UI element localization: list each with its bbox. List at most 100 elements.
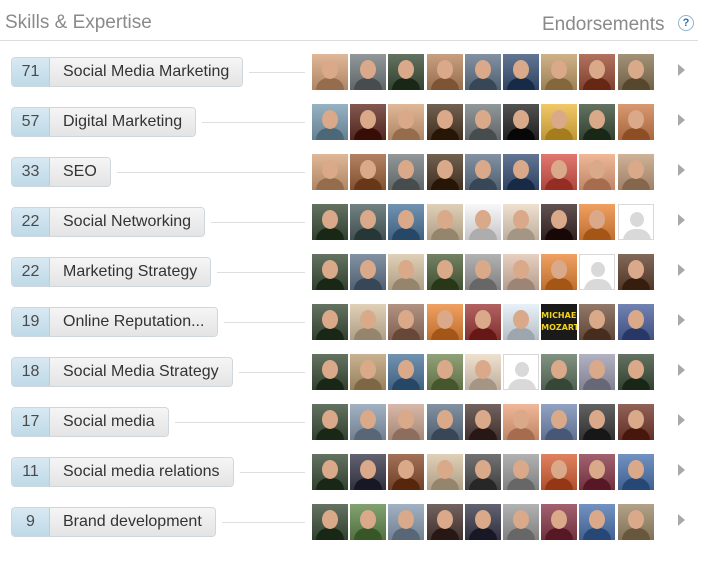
endorser-avatar[interactable] [388,304,425,340]
endorser-avatar[interactable] [617,54,654,90]
endorser-avatar[interactable] [541,454,578,490]
skill-name[interactable]: Social Media Marketing [50,58,243,86]
help-icon[interactable]: ? [678,15,694,31]
endorser-avatar[interactable] [464,404,501,440]
endorser-avatar[interactable] [541,354,578,390]
endorser-avatar[interactable] [426,404,463,440]
endorser-avatar[interactable] [502,104,539,140]
endorser-avatar[interactable] [617,454,654,490]
endorser-avatar[interactable] [464,154,501,190]
endorser-avatar[interactable] [350,204,387,240]
endorsement-count[interactable]: 19 [12,308,50,336]
endorser-avatar[interactable] [617,104,654,140]
endorser-avatar[interactable] [312,104,348,140]
endorsement-count[interactable]: 18 [12,358,50,386]
person-placeholder-icon[interactable] [502,354,539,390]
endorsement-count[interactable]: 57 [12,108,50,136]
endorsement-count[interactable]: 22 [12,258,50,286]
endorser-avatar[interactable] [388,504,425,540]
endorser-avatar[interactable] [350,254,387,290]
chevron-right-icon[interactable] [678,64,685,76]
chevron-right-icon[interactable] [678,314,685,326]
endorsement-count[interactable]: 71 [12,58,50,86]
skill-name[interactable]: Online Reputation... [50,308,218,336]
endorser-avatar[interactable] [426,354,463,390]
skill-pill[interactable]: 33 SEO [11,157,111,187]
endorsement-count[interactable]: 11 [12,458,50,486]
endorser-avatar[interactable] [464,354,501,390]
person-placeholder-icon[interactable] [617,204,654,240]
endorser-avatar[interactable] [464,304,501,340]
endorser-avatar[interactable]: MICHAELMOZART [541,304,578,340]
endorser-avatar[interactable] [312,354,348,390]
skill-pill[interactable]: 22 Marketing Strategy [11,257,212,287]
endorsement-count[interactable]: 22 [12,208,50,236]
skill-pill[interactable]: 11 Social media relations [11,457,234,487]
endorser-avatar[interactable] [617,254,654,290]
skill-name[interactable]: SEO [50,158,110,186]
endorser-avatar[interactable] [350,304,387,340]
endorser-avatar[interactable] [579,304,616,340]
endorser-avatar[interactable] [312,504,348,540]
endorser-avatar[interactable] [579,104,616,140]
endorser-avatar[interactable] [312,404,348,440]
endorser-avatar[interactable] [502,454,539,490]
endorser-avatar[interactable] [464,454,501,490]
endorser-avatar[interactable] [541,104,578,140]
endorser-avatar[interactable] [350,504,387,540]
endorser-avatar[interactable] [426,304,463,340]
endorser-avatar[interactable] [502,404,539,440]
skill-pill[interactable]: 71 Social Media Marketing [11,57,244,87]
endorser-avatar[interactable] [350,354,387,390]
chevron-right-icon[interactable] [678,264,685,276]
chevron-right-icon[interactable] [678,514,685,526]
chevron-right-icon[interactable] [678,214,685,226]
endorser-avatar[interactable] [350,104,387,140]
endorser-avatar[interactable] [426,504,463,540]
skill-pill[interactable]: 18 Social Media Strategy [11,357,233,387]
endorser-avatar[interactable] [312,204,348,240]
endorser-avatar[interactable] [388,454,425,490]
chevron-right-icon[interactable] [678,464,685,476]
skill-name[interactable]: Social media relations [50,458,233,486]
endorser-avatar[interactable] [426,454,463,490]
endorser-avatar[interactable] [502,304,539,340]
endorser-avatar[interactable] [617,504,654,540]
endorser-avatar[interactable] [579,54,616,90]
endorser-avatar[interactable] [388,204,425,240]
endorser-avatar[interactable] [312,454,348,490]
endorser-avatar[interactable] [541,154,578,190]
endorser-avatar[interactable] [502,254,539,290]
endorser-avatar[interactable] [388,54,425,90]
endorser-avatar[interactable] [388,354,425,390]
endorser-avatar[interactable] [464,504,501,540]
endorser-avatar[interactable] [388,254,425,290]
endorser-avatar[interactable] [579,404,616,440]
person-placeholder-icon[interactable] [579,254,616,290]
endorser-avatar[interactable] [312,254,348,290]
endorser-avatar[interactable] [502,54,539,90]
endorsement-count[interactable]: 17 [12,408,50,436]
endorser-avatar[interactable] [350,154,387,190]
endorser-avatar[interactable] [617,354,654,390]
endorser-avatar[interactable] [426,204,463,240]
endorser-avatar[interactable] [617,404,654,440]
endorser-avatar[interactable] [541,404,578,440]
endorser-avatar[interactable] [464,204,501,240]
endorser-avatar[interactable] [617,304,654,340]
skill-name[interactable]: Marketing Strategy [50,258,211,286]
endorser-avatar[interactable] [388,404,425,440]
endorser-avatar[interactable] [541,204,578,240]
endorser-avatar[interactable] [541,254,578,290]
endorser-avatar[interactable] [502,504,539,540]
skill-pill[interactable]: 57 Digital Marketing [11,107,197,137]
skill-name[interactable]: Brand development [50,508,215,536]
endorser-avatar[interactable] [426,154,463,190]
endorser-avatar[interactable] [579,504,616,540]
chevron-right-icon[interactable] [678,364,685,376]
skill-pill[interactable]: 22 Social Networking [11,207,206,237]
endorser-avatar[interactable] [502,204,539,240]
endorser-avatar[interactable] [579,204,616,240]
endorser-avatar[interactable] [579,154,616,190]
endorser-avatar[interactable] [502,154,539,190]
